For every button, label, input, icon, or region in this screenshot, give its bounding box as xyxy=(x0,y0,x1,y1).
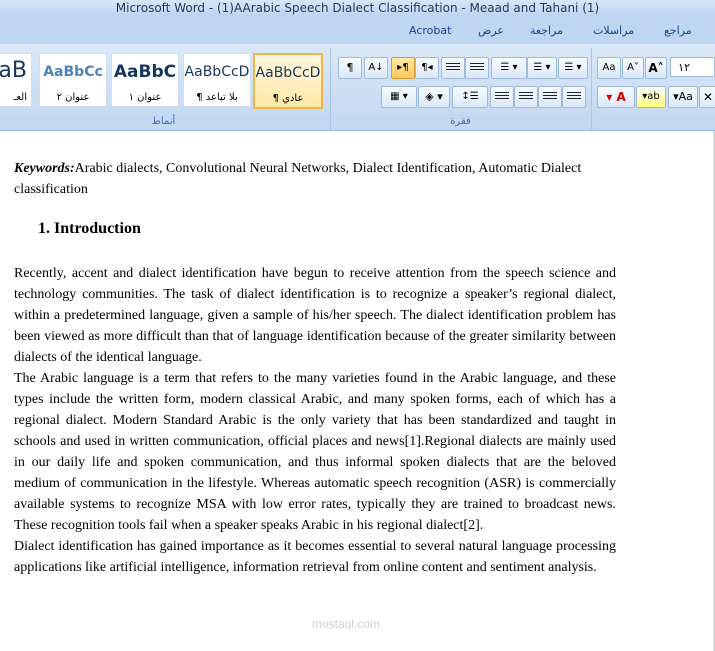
bullets-icon[interactable]: ☰ ▾ xyxy=(558,57,588,79)
paragraph-group-label: فقرة xyxy=(333,114,588,130)
clear-formatting-icon[interactable]: Aa xyxy=(597,57,621,79)
font-size-box[interactable]: ١٢ xyxy=(670,57,715,77)
grow-font-icon[interactable]: A˄ xyxy=(645,57,667,79)
increase-indent-icon[interactable] xyxy=(465,57,489,79)
document-body: Keywords:Arabic dialects, Convolutional … xyxy=(14,158,616,578)
style-name: عنوان ٢ xyxy=(56,92,90,103)
style-title[interactable]: aB العـ xyxy=(0,53,32,107)
justify-icon[interactable] xyxy=(490,86,514,108)
keywords-line: Keywords:Arabic dialects, Convolutional … xyxy=(14,158,616,200)
style-name: العـ xyxy=(13,92,27,103)
close-icon[interactable]: ✕ xyxy=(699,86,715,108)
rtl-paragraph-icon[interactable]: ▸¶ xyxy=(391,57,415,79)
ltr-paragraph-icon[interactable]: ¶◂ xyxy=(415,57,439,79)
style-sample: AaBbCc xyxy=(43,64,103,80)
document-page[interactable]: Keywords:Arabic dialects, Convolutional … xyxy=(0,131,715,651)
style-sample: AaBbCcD xyxy=(184,64,250,80)
font-group-label xyxy=(594,114,715,130)
numbering-icon[interactable]: ☰ ▾ xyxy=(527,57,557,79)
change-case-icon[interactable]: ▾Aa xyxy=(668,86,698,108)
ribbon: AaBbCcD ¶ عادي AaBbCcD ¶ بلا تباعد AaBbC… xyxy=(0,44,715,131)
sort-icon[interactable]: A↓ xyxy=(364,57,388,79)
tab-view[interactable]: عرض xyxy=(478,24,504,37)
style-sample: AaBbCcD xyxy=(255,65,321,81)
line-spacing-icon[interactable]: ↕☰ xyxy=(452,86,488,108)
show-formatting-icon[interactable]: ¶ xyxy=(338,57,362,79)
style-sample: aB xyxy=(0,58,27,83)
style-name: عنوان ١ xyxy=(128,92,162,103)
decrease-indent-icon[interactable] xyxy=(441,57,465,79)
paragraph: Recently, accent and dialect identificat… xyxy=(14,266,616,365)
borders-icon[interactable]: ▦ ▾ xyxy=(381,86,417,108)
ribbon-tabs: Acrobat عرض مراجعة مراسلات مراجع xyxy=(0,17,715,45)
shrink-font-icon[interactable]: A˅ xyxy=(622,57,644,79)
style-normal[interactable]: AaBbCcD ¶ عادي xyxy=(253,53,323,109)
style-name: ¶ عادي xyxy=(272,93,304,104)
watermark: mostaql.com xyxy=(312,617,381,631)
highlight-icon[interactable]: ▾ab xyxy=(636,86,666,108)
align-right-icon[interactable] xyxy=(514,86,538,108)
styles-group-label: أنماط xyxy=(0,114,327,130)
section-heading: 1. Introduction xyxy=(38,220,141,237)
window-title: Microsoft Word - (1)AArabic Speech Diale… xyxy=(0,0,715,17)
style-name: ¶ بلا تباعد xyxy=(196,92,238,103)
style-sample: AaBbC xyxy=(113,62,177,82)
paragraph: Dialect identification has gained import… xyxy=(14,539,616,575)
style-no-spacing[interactable]: AaBbCcD ¶ بلا تباعد xyxy=(183,53,251,107)
style-heading-2[interactable]: AaBbCc عنوان ٢ xyxy=(39,53,107,107)
shading-icon[interactable]: ◈ ▾ xyxy=(418,86,450,108)
multilevel-list-icon[interactable]: ☰ ▾ xyxy=(491,57,527,79)
align-center-icon[interactable] xyxy=(538,86,562,108)
tab-mailings[interactable]: مراسلات xyxy=(593,24,634,37)
font-color-icon[interactable]: ▾ A xyxy=(597,86,635,108)
tab-review[interactable]: مراجعة xyxy=(530,24,563,37)
keywords-label: Keywords: xyxy=(14,161,75,176)
style-heading-1[interactable]: AaBbC عنوان ١ xyxy=(111,53,179,107)
group-separator xyxy=(330,48,331,130)
align-left-icon[interactable] xyxy=(562,86,586,108)
keywords-text: Arabic dialects, Convolutional Neural Ne… xyxy=(14,161,582,197)
tab-references[interactable]: مراجع xyxy=(664,24,692,37)
tab-acrobat[interactable]: Acrobat xyxy=(409,24,451,37)
paragraph: The Arabic language is a term that refer… xyxy=(14,371,616,533)
group-separator xyxy=(591,48,592,130)
